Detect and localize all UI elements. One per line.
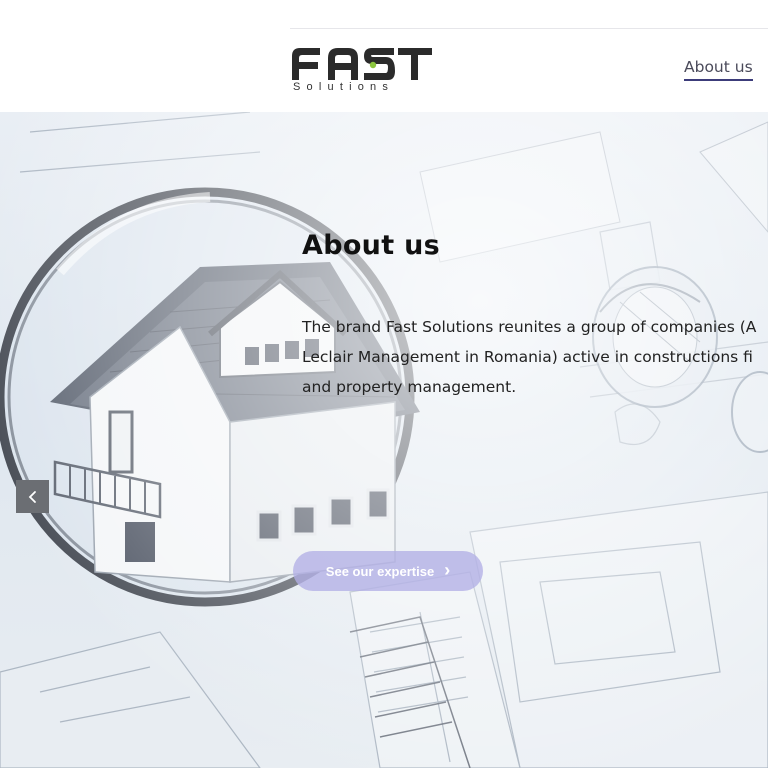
chevron-left-icon (28, 490, 36, 503)
hero-title: About us (302, 230, 440, 261)
hero-text-line: Leclair Management in Romania) active in… (302, 348, 753, 366)
hero-overlay (0, 112, 768, 768)
chevron-right-icon: › (444, 560, 451, 580)
slider-prev-button[interactable] (16, 480, 49, 513)
nav-link-about-us[interactable]: About us (684, 58, 753, 81)
see-our-expertise-button[interactable]: See our expertise › (293, 551, 483, 591)
hero-text-line: and property management. (302, 378, 517, 396)
header-divider (290, 28, 768, 29)
hero-text-line: The brand Fast Solutions reunites a grou… (302, 318, 757, 336)
site-header: Solutions About us (0, 0, 768, 112)
hero-slider: About us The brand Fast Solutions reunit… (0, 112, 768, 768)
fast-solutions-logo[interactable]: Solutions (290, 44, 435, 98)
hero-description: The brand Fast Solutions reunites a grou… (302, 312, 768, 402)
cta-label: See our expertise (325, 563, 435, 579)
logo-tagline: Solutions (293, 81, 395, 93)
